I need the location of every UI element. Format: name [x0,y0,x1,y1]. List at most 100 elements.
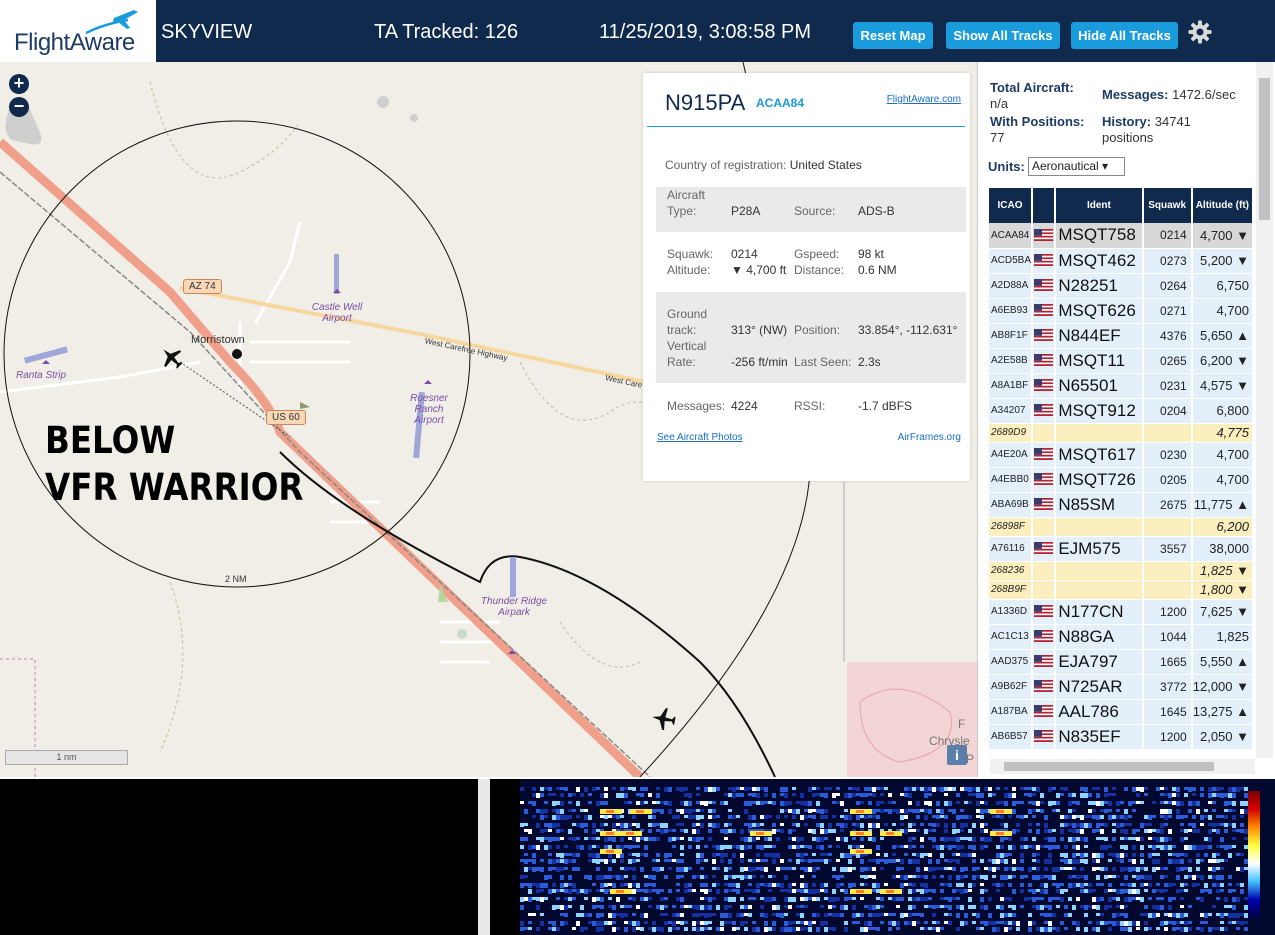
col-icao[interactable]: ICAO [989,188,1034,223]
table-row[interactable]: 268B9F 1,800 ▼ [989,580,1255,600]
aircraft-squawk: 2675 [1142,492,1193,518]
panel-horizontal-scrollbar[interactable] [990,759,1255,774]
aircraft-icao: 268B9F [989,580,1034,600]
flag-cell [1032,674,1057,700]
aircraft-altitude: 4,700 [1191,442,1255,468]
units-label: Units: [988,159,1025,174]
history-stat: History: 34741 positions [1102,114,1191,146]
reset-map-button[interactable]: Reset Map [853,22,933,49]
video-area-left [0,779,478,935]
rssi-label: RSSI: [794,399,826,413]
zoom-in-button[interactable]: + [9,74,29,94]
units-select[interactable]: Aeronautical ▾ [1028,157,1125,176]
info-icon[interactable]: i [947,745,967,765]
us-flag-icon [1034,655,1054,668]
table-row[interactable]: A9B62F N725AR 3772 12,000 ▼ [989,674,1255,700]
panel-vertical-scrollbar[interactable] [1256,62,1273,758]
zoom-out-button[interactable]: − [9,97,29,117]
flag-cell [1032,536,1057,562]
table-row[interactable]: AAD375 EJA797 1665 5,550 ▲ [989,649,1255,675]
table-row[interactable]: A187BA AAL786 1645 13,275 ▲ [989,699,1255,725]
flightaware-link[interactable]: FlightAware.com [887,94,961,105]
horizontal-scroll-thumb[interactable] [1004,762,1214,771]
annotation-text: BELOW VFR WARRIOR [45,417,304,511]
aircraft-squawk: 0231 [1142,373,1193,399]
az74-shield: AZ 74 [183,279,222,294]
col-ident[interactable]: Ident [1055,188,1144,223]
aircraft-squawk [1142,561,1193,581]
aircraft-altitude: 38,000 [1191,536,1255,562]
table-row[interactable]: A2E58B MSQT11 0265 6,200 ▼ [989,348,1255,374]
rssi-value: -1.7 dBFS [858,399,913,413]
map-letter-f: F [958,717,966,731]
position-value: 33.854°, -112.631° [858,323,958,337]
table-row[interactable]: AB6B57 N835EF 1200 2,050 ▼ [989,724,1255,750]
source-label: Source: [794,204,836,218]
aircraft-table-wrap[interactable]: ICAO Ident Squawk Altitude (ft) ACAA84 MS… [989,188,1255,758]
aircraft-icao: A187BA [989,699,1034,725]
table-row[interactable]: 2689D9 4,775 [989,423,1255,443]
table-row[interactable]: A6EB93 MSQT626 0271 4,700 [989,298,1255,324]
table-row[interactable]: 268236 1,825 ▼ [989,561,1255,581]
aircraft-icao: A4EBB0 [989,467,1034,493]
table-row[interactable]: A4EBB0 MSQT726 0205 4,700 [989,467,1255,493]
tracked-count: TA Tracked: 126 [374,21,519,43]
messages-label: Messages: [667,399,726,413]
flag-cell [1032,348,1057,374]
show-all-tracks-button[interactable]: Show All Tracks [946,22,1060,49]
aircraft-ident: EJM575 [1055,536,1144,562]
range-ring-label: 2 NM [225,574,247,584]
aircraft-ident: EJA797 [1055,649,1144,675]
vertical-scroll-thumb[interactable] [1259,78,1270,220]
flightaware-logo[interactable]: FlightAware [0,0,156,62]
squawk-label: Squawk: [667,247,714,261]
table-row[interactable]: A76116 EJM575 3557 38,000 [989,536,1255,562]
us-flag-icon [1034,229,1054,242]
aircraft-altitude: 11,775 ▲ [1191,492,1255,518]
table-row[interactable]: A1336D N177CN 1200 7,625 ▼ [989,599,1255,625]
table-row[interactable]: A34207 MSQT912 0204 6,800 [989,398,1255,424]
ground-label-2: track: [667,323,697,337]
aircraft-photos-link[interactable]: See Aircraft Photos [657,432,743,443]
annotation-line-1: BELOW [45,419,176,462]
aircraft-altitude: 4,575 ▼ [1191,373,1255,399]
table-row[interactable]: ACD5BA MSQT462 0273 5,200 ▼ [989,248,1255,274]
flag-cell [1032,423,1057,443]
col-altitude[interactable]: Altitude (ft) [1191,188,1255,223]
table-row[interactable]: 26898F 6,200 [989,517,1255,537]
aircraft-ident [1055,517,1144,537]
aircraft-ident: MSQT462 [1055,248,1144,274]
table-row[interactable]: A4E20A MSQT617 0230 4,700 [989,442,1255,468]
gear-icon[interactable] [1187,19,1213,45]
aircraft-ident: N835EF [1055,724,1144,750]
col-squawk[interactable]: Squawk [1142,188,1193,223]
table-row[interactable]: AC1C13 N88GA 1044 1,825 [989,624,1255,650]
table-row[interactable]: AB8F1F N844EF 4376 5,650 ▲ [989,323,1255,349]
airframes-link[interactable]: AirFrames.org [898,432,961,443]
aircraft-icao: ACAA84 [989,223,1034,249]
us-flag-icon [1034,498,1054,511]
aircraft-squawk: 0271 [1142,298,1193,324]
vrate-label-1: Vertical [667,339,707,353]
aircraft-altitude: 1,825 ▼ [1191,561,1255,581]
table-row[interactable]: ABA69B N85SM 2675 11,775 ▲ [989,492,1255,518]
distance-label: Distance: [794,263,845,277]
country-row: Country of registration: United States [665,157,862,173]
aircraft-icao: A76116 [989,536,1034,562]
hide-all-tracks-button[interactable]: Hide All Tracks [1071,22,1178,49]
aircraft-squawk [1142,423,1193,443]
aircraft-icao: 2689D9 [989,423,1034,443]
table-row[interactable]: A2D88A N28251 0264 6,750 [989,273,1255,299]
aircraft-icao: A2D88A [989,273,1034,299]
aircraft-ident [1055,423,1144,443]
flag-cell [1032,273,1057,299]
table-row[interactable]: A8A1BF N65501 0231 4,575 ▼ [989,373,1255,399]
altitude-label: Altitude: [667,263,711,277]
us-flag-icon [1034,354,1054,367]
flag-cell [1032,323,1057,349]
aircraft-altitude: 4,700 [1191,298,1255,324]
table-row[interactable]: ACAA84 MSQT758 0214 4,700 ▼ [989,223,1255,249]
flag-cell [1032,442,1057,468]
flag-cell [1032,624,1057,650]
map-letter-p: P [966,752,975,766]
